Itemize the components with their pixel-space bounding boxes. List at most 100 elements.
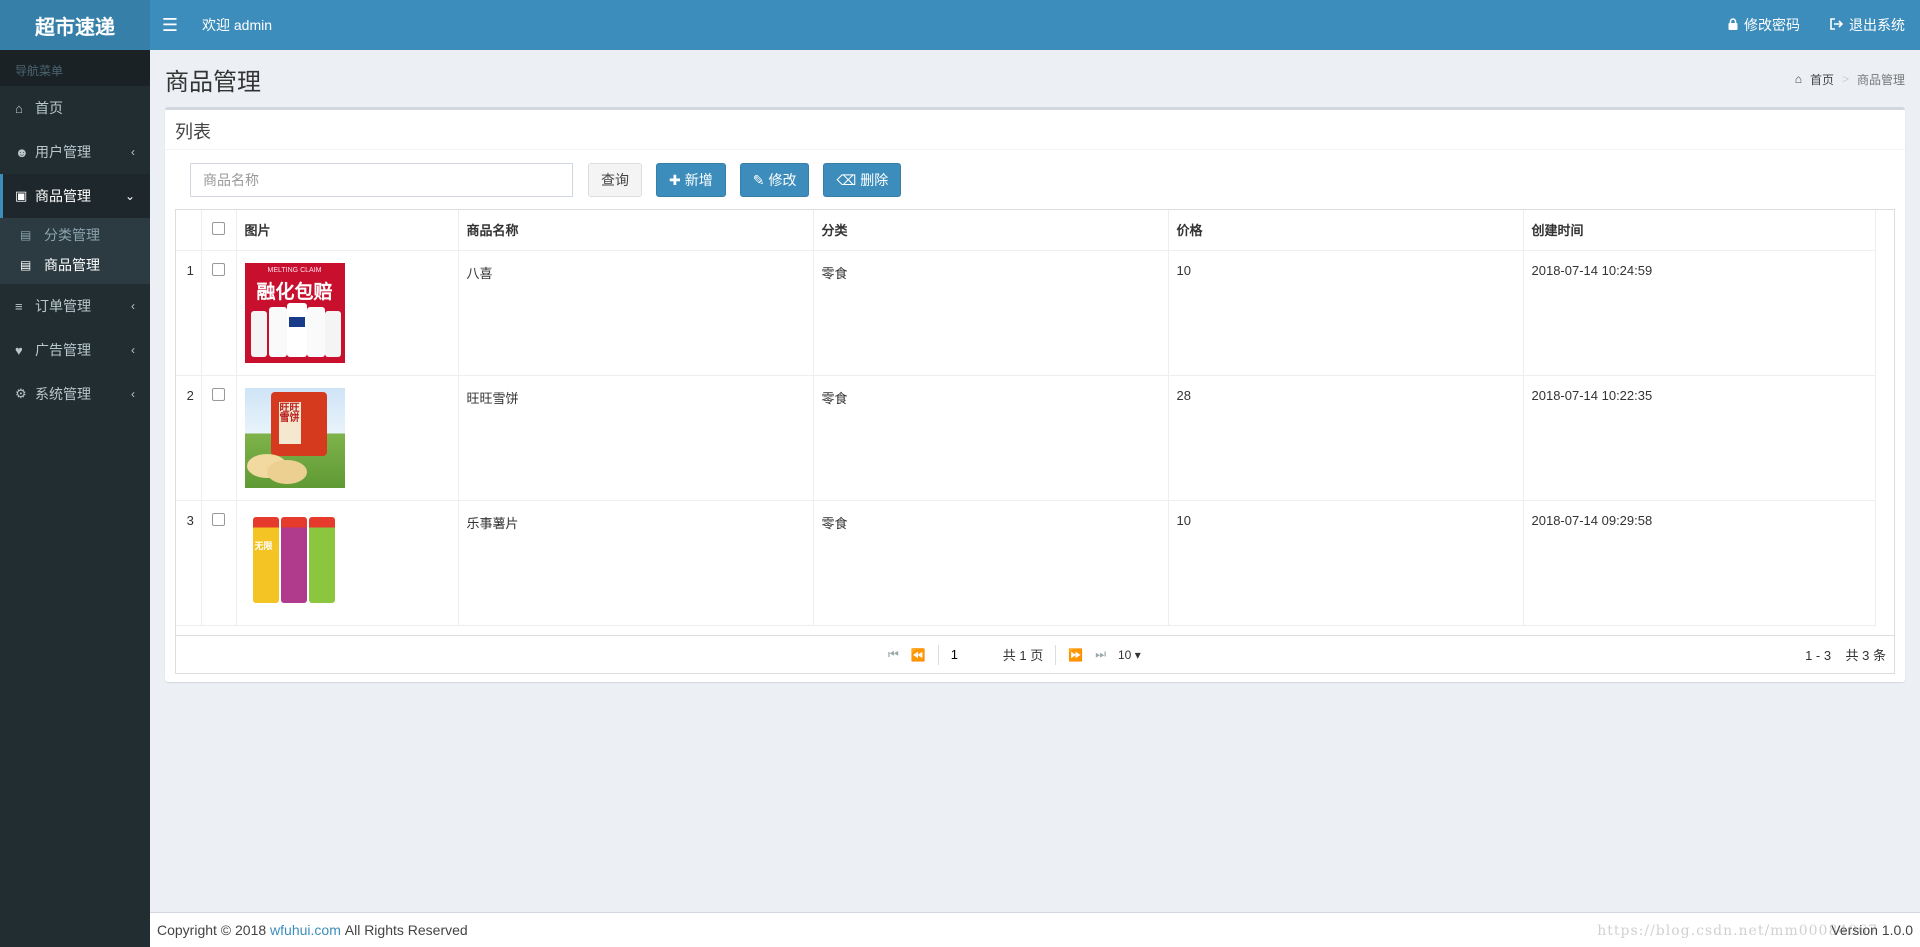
product-name-search-input[interactable] xyxy=(190,163,573,197)
chevron-left-icon: ‹ xyxy=(131,387,135,401)
first-page-icon[interactable]: ⏮ xyxy=(888,647,899,662)
logout-link[interactable]: 退出系统 xyxy=(1815,0,1920,50)
sidebar-item-label: 广告管理 xyxy=(35,342,91,358)
sidebar: 导航菜单 ⌂ 首页 ☻ 用户管理 ‹ ▣ 商品管理 ⌄ ▤ 分类管理 ▤ 商品管… xyxy=(0,50,150,947)
add-label: 新增 xyxy=(684,172,713,188)
logout-label: 退出系统 xyxy=(1849,17,1905,33)
total-pages-text: 共 1 页 xyxy=(1002,648,1044,663)
table-row[interactable]: 3 无限 乐事薯片 零食 10 2018-07-14 09:29:58 xyxy=(176,500,1876,626)
sidebar-item-label: 订单管理 xyxy=(35,298,91,314)
col-header-created[interactable]: 创建时间 xyxy=(1523,210,1876,251)
chevron-left-icon: ‹ xyxy=(131,343,135,357)
select-all-header xyxy=(201,210,237,251)
row-checkbox[interactable] xyxy=(212,262,225,276)
name-cell: 八喜 xyxy=(458,250,814,376)
breadcrumb-separator: > xyxy=(1841,72,1849,86)
query-button[interactable]: 查询 xyxy=(588,163,642,197)
sidebar-item-orders[interactable]: ≡ 订单管理 ‹ xyxy=(0,284,150,328)
row-checkbox[interactable] xyxy=(212,512,225,526)
next-page-icon[interactable]: ⏩ xyxy=(1068,648,1083,662)
prev-page-icon[interactable]: ⏪ xyxy=(911,648,926,662)
cart-icon: ▣ xyxy=(15,188,28,203)
header-actions: 修改密码 退出系统 xyxy=(1713,0,1920,50)
row-number-header xyxy=(176,210,202,251)
sidebar-subitem-products[interactable]: ▤ 商品管理 xyxy=(0,250,150,280)
col-header-price[interactable]: 价格 xyxy=(1168,210,1524,251)
select-all-checkbox[interactable] xyxy=(212,221,225,235)
gear-icon: ⚙ xyxy=(15,386,27,401)
sidebar-subitem-categories[interactable]: ▤ 分类管理 xyxy=(0,220,150,250)
sidebar-item-products[interactable]: ▣ 商品管理 ⌄ xyxy=(0,174,150,218)
created-cell: 2018-07-14 10:24:59 xyxy=(1523,250,1876,376)
row-select-cell xyxy=(201,500,237,626)
home-icon: ⌂ xyxy=(15,100,23,116)
sidebar-subitem-label: 商品管理 xyxy=(44,257,100,273)
content-header: 商品管理 ⌂ 首页 > 商品管理 xyxy=(150,50,1920,108)
sidebar-subitem-label: 分类管理 xyxy=(44,227,100,243)
category-cell: 零食 xyxy=(813,250,1169,376)
box-title: 列表 xyxy=(165,110,1905,150)
home-icon: ⌂ xyxy=(1794,72,1802,86)
sidebar-item-ads[interactable]: ♥ 广告管理 ‹ xyxy=(0,328,150,372)
row-select-cell xyxy=(201,250,237,376)
page-size-value: 10 xyxy=(1118,647,1132,662)
row-number: 1 xyxy=(176,250,202,376)
page-size-select[interactable]: 10 ▾ xyxy=(1118,648,1141,662)
breadcrumb: ⌂ 首页 > 商品管理 xyxy=(1795,71,1905,88)
list-box: 列表 查询 ✚ 新增 ✎ 修改 ⌫ 删除 xyxy=(165,107,1905,682)
list-icon: ≡ xyxy=(15,298,23,314)
change-password-link[interactable]: 修改密码 xyxy=(1713,0,1815,50)
sidebar-item-home[interactable]: ⌂ 首页 xyxy=(0,86,150,130)
table-row[interactable]: 1 MELTING CLAIM 融化包赔 八喜 零食 10 2018-07-14… xyxy=(176,250,1876,376)
price-cell: 10 xyxy=(1168,500,1524,626)
row-number: 2 xyxy=(176,375,202,501)
product-image-wangwang: 旺旺雪饼 xyxy=(244,387,345,488)
chart-file-icon: ▤ xyxy=(20,258,32,272)
table-row[interactable]: 2 旺旺雪饼 旺旺雪饼 零食 28 2018-07-14 10:22:35 xyxy=(176,375,1876,501)
pagination-bar: ⏮ ⏪ 共 1 页 ⏩ ⏭ 10 ▾ 1 - 3 共 3 条 xyxy=(176,635,1894,673)
image-cell: MELTING CLAIM 融化包赔 xyxy=(236,250,459,376)
table-header-row: 图片 商品名称 分类 价格 创建时间 xyxy=(176,210,1876,251)
watermark-text: https://blog.csdn.net/mm00084067 xyxy=(1597,923,1878,939)
pagination-controls: ⏮ ⏪ 共 1 页 ⏩ ⏭ 10 ▾ xyxy=(888,636,1141,674)
row-select-cell xyxy=(201,375,237,501)
sign-out-icon xyxy=(1830,17,1844,33)
sidebar-item-label: 商品管理 xyxy=(35,188,91,204)
delete-button[interactable]: ⌫ 删除 xyxy=(823,163,902,197)
breadcrumb-home[interactable]: 首页 xyxy=(1810,71,1834,88)
col-header-image[interactable]: 图片 xyxy=(236,210,459,251)
sidebar-item-label: 首页 xyxy=(35,100,63,116)
product-table: 图片 商品名称 分类 价格 创建时间 1 MELTING CLAIM 融化包赔 … xyxy=(176,210,1876,626)
edit-label: 修改 xyxy=(768,172,797,188)
page-number-input[interactable] xyxy=(950,644,991,665)
edit-button[interactable]: ✎ 修改 xyxy=(739,163,810,197)
name-cell: 乐事薯片 xyxy=(458,500,814,626)
copyright-text: Copyright © 2018 xyxy=(157,922,267,938)
chevron-left-icon: ‹ xyxy=(131,145,135,159)
sidebar-item-users[interactable]: ☻ 用户管理 ‹ xyxy=(0,130,150,174)
welcome-text: 欢迎 admin xyxy=(202,17,273,33)
trash-icon: ⌫ xyxy=(836,171,857,188)
thumb-caption: 无限 xyxy=(254,540,273,551)
sidebar-item-system[interactable]: ⚙ 系统管理 ‹ xyxy=(0,372,150,416)
record-range: 1 - 3 xyxy=(1805,648,1832,663)
product-image-baxi: MELTING CLAIM 融化包赔 xyxy=(244,262,345,363)
col-header-category[interactable]: 分类 xyxy=(813,210,1169,251)
col-header-name[interactable]: 商品名称 xyxy=(458,210,814,251)
products-submenu: ▤ 分类管理 ▤ 商品管理 xyxy=(0,218,150,284)
delete-label: 删除 xyxy=(860,172,889,188)
sidebar-toggle-icon[interactable]: ☰ xyxy=(150,0,190,50)
plus-icon: ✚ xyxy=(669,171,681,188)
lock-icon xyxy=(1728,17,1738,33)
page-title: 商品管理 xyxy=(165,68,261,96)
row-checkbox[interactable] xyxy=(212,387,225,401)
query-label: 查询 xyxy=(601,172,629,188)
change-password-label: 修改密码 xyxy=(1744,17,1800,33)
image-cell: 无限 xyxy=(236,500,459,626)
last-page-icon[interactable]: ⏭ xyxy=(1095,647,1106,662)
pager-divider xyxy=(937,644,939,665)
category-cell: 零食 xyxy=(813,500,1169,626)
footer-site-link[interactable]: wfuhui.com xyxy=(270,922,341,938)
add-button[interactable]: ✚ 新增 xyxy=(656,163,726,197)
app-logo[interactable]: 超市速递 xyxy=(0,0,150,50)
